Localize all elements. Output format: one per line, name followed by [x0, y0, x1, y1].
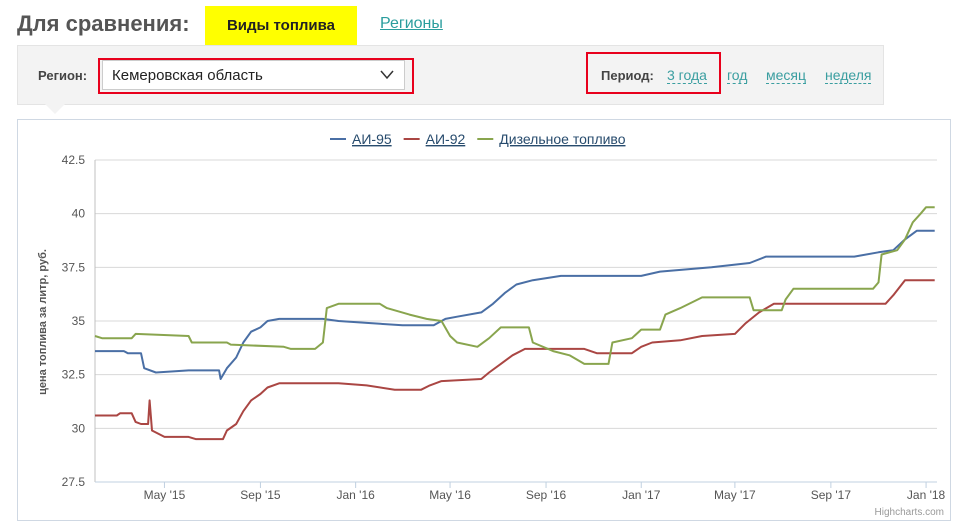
x-tick-label: May '17 — [714, 488, 756, 502]
series-line-2[interactable] — [95, 279, 935, 441]
x-tick-label: Jan '17 — [622, 488, 661, 502]
y-axis: 27.5 30 32.5 35 37.5 40 42.5 — [62, 153, 96, 489]
y-axis-label: цена топлива за литр, руб. — [37, 249, 49, 395]
y-tick-label: 32.5 — [62, 368, 86, 382]
y-tick-label: 37.5 — [62, 260, 86, 274]
x-tick-label: Sep '16 — [526, 488, 567, 502]
legend-item-2[interactable]: АИ-92 — [403, 131, 466, 147]
credits-label[interactable]: Highcharts.com — [875, 507, 944, 518]
x-tick-label: May '15 — [144, 488, 186, 502]
legend-label: АИ-95 — [352, 131, 392, 147]
chart-legend: АИ-95 АИ-92 Дизельное топливо — [330, 131, 626, 147]
x-axis: May '15 Sep '15 Jan '16 May '16 Sep '16 Jan '… — [95, 481, 946, 502]
x-tick-label: Sep '15 — [240, 488, 281, 502]
series-lines — [94, 206, 935, 441]
x-tick-label: Jan '18 — [907, 488, 946, 502]
legend-label: АИ-92 — [426, 131, 466, 147]
y-tick-label: 42.5 — [62, 153, 86, 167]
price-chart: 27.5 30 32.5 35 37.5 40 42.5 May '15 Sep '15 Jan… — [37, 131, 946, 518]
chart-grid — [95, 159, 937, 483]
x-tick-label: May '16 — [429, 488, 471, 502]
x-tick-label: Sep '17 — [811, 488, 852, 502]
series-line-1[interactable] — [95, 229, 935, 380]
legend-item-3[interactable]: Дизельное топливо — [477, 131, 626, 147]
y-tick-label: 27.5 — [62, 475, 86, 489]
y-tick-label: 40 — [72, 207, 86, 221]
x-tick-label: Jan '16 — [336, 488, 375, 502]
legend-label: Дизельное топливо — [499, 131, 625, 147]
y-tick-label: 35 — [72, 314, 86, 328]
legend-item-1[interactable]: АИ-95 — [330, 131, 392, 147]
y-tick-label: 30 — [72, 421, 86, 435]
